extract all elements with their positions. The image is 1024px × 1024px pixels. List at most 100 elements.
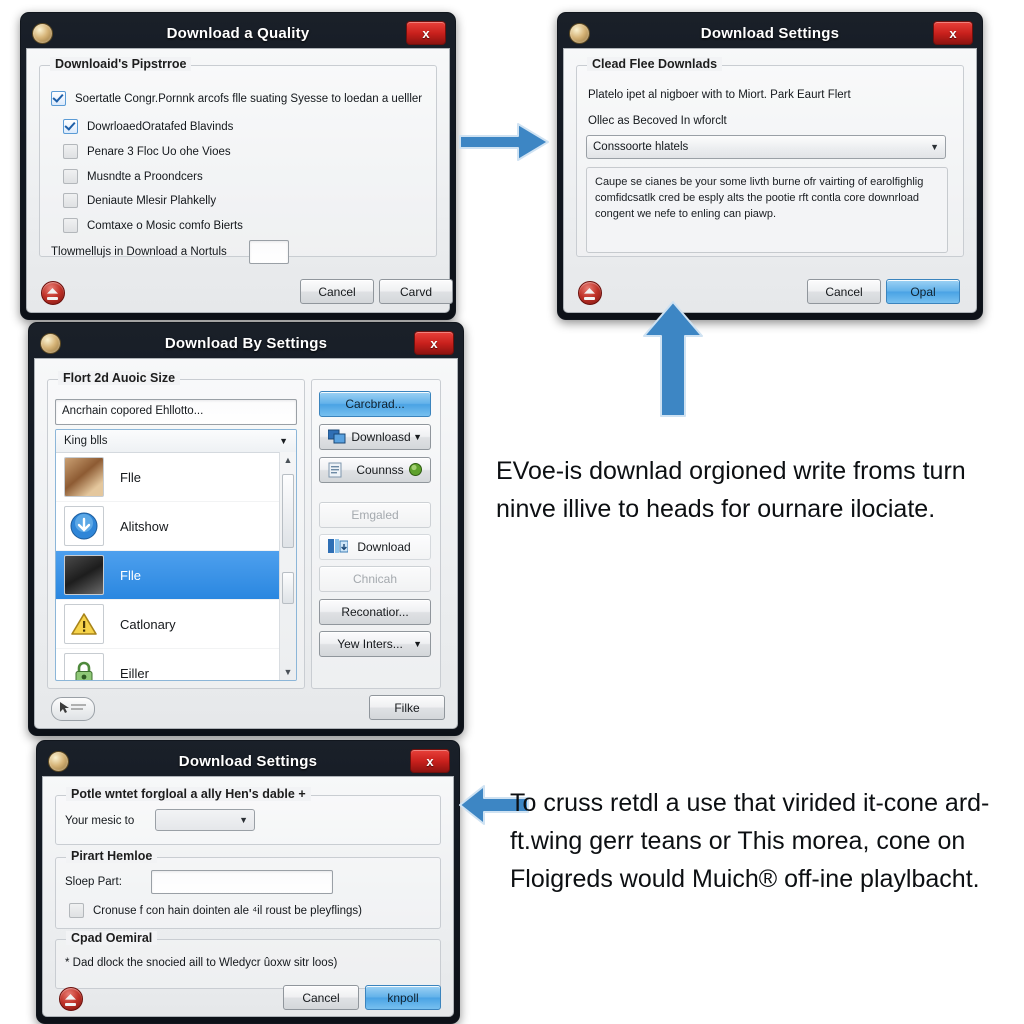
scroll-down-arrow-icon[interactable]: ▼	[280, 664, 296, 680]
close-icon[interactable]: x	[414, 331, 454, 355]
music-label: Your mesic to	[65, 815, 135, 827]
window-stack-icon	[327, 429, 346, 445]
checkbox-4[interactable]	[63, 193, 78, 208]
counters-button[interactable]: Counnss	[319, 457, 431, 483]
dialog3-title: Download By Settings	[164, 334, 328, 352]
dialog-download-settings-bottom[interactable]: Download Settings x Potle wntet forgloal…	[36, 740, 460, 1024]
list-scrollbar[interactable]: ▲ ▼	[279, 452, 296, 680]
dialog4-group3-title: Cpad Oemiral	[66, 931, 158, 945]
checkbox-3[interactable]	[63, 169, 78, 184]
chevron-down-icon: ▼	[413, 432, 422, 442]
dialog1-client: Downloaid's Pipstrroe Soertatle Congr.Po…	[26, 48, 453, 313]
chnicah-button[interactable]: Chnicah	[319, 566, 431, 592]
reconatior-button[interactable]: Reconatior...	[319, 599, 431, 625]
cancel-button[interactable]: Cancel	[300, 279, 374, 304]
download-dropdown-button[interactable]: Downloasd ▼	[319, 424, 431, 450]
status-badge-icon	[41, 281, 65, 305]
counters-label: Counnss	[356, 463, 404, 477]
checkbox-1[interactable]	[63, 119, 78, 134]
dialog4-client: Potle wntet forgloal a ally Hen's dable …	[42, 776, 454, 1017]
path-input-value: Ancrhain copored Ehllotto...	[62, 405, 204, 417]
path-input[interactable]: Ancrhain copored Ehllotto...	[55, 399, 297, 425]
checkbox-row-3[interactable]: Musndte a Proondcers	[63, 169, 203, 184]
blue-download-circle-icon	[64, 506, 104, 546]
close-icon[interactable]: x	[933, 21, 973, 45]
emgaled-button[interactable]: Emgaled	[319, 502, 431, 528]
annotation-bottom: To cruss retdl a use that virided it-con…	[510, 789, 990, 893]
view-interval-dropdown[interactable]: Yew Inters... ▼	[319, 631, 431, 657]
checkbox-row-0[interactable]: Soertatle Congr.Pornnk arcofs flle suati…	[51, 91, 422, 106]
file-listbox[interactable]: King blls ▼ Flle Alitshow Flle Catlonary…	[55, 429, 297, 681]
music-select[interactable]: ▼	[155, 809, 255, 831]
list-item[interactable]: Flle	[56, 551, 296, 600]
list-item[interactable]: Alitshow	[56, 502, 296, 551]
download-button[interactable]: Download	[319, 534, 431, 560]
list-header[interactable]: King blls ▼	[56, 430, 296, 453]
photo-thumbnail-icon	[64, 555, 104, 595]
carcbrad-button[interactable]: Carcbrad...	[319, 391, 431, 417]
warning-triangle-icon	[64, 604, 104, 644]
dialog-download-by-settings[interactable]: Download By Settings x Flort 2d Auoic Si…	[28, 322, 464, 736]
cancel-button[interactable]: Cancel	[283, 985, 359, 1010]
checkbox-label-1: DowrloaedOratafed Blavinds	[87, 120, 234, 133]
step-part-input[interactable]	[151, 870, 333, 894]
install-button[interactable]: knpoll	[365, 985, 441, 1010]
close-icon[interactable]: x	[410, 749, 450, 773]
confirm-button[interactable]: Carvd	[379, 279, 453, 304]
list-item-label: Flle	[120, 469, 141, 485]
checkbox-row-1[interactable]: DowrloaedOratafed Blavinds	[63, 119, 233, 134]
dialog2-title: Download Settings	[700, 24, 840, 42]
dialog-download-settings-top[interactable]: Download Settings x Clead Flee Downlads …	[557, 12, 983, 320]
scrollbar-thumb[interactable]	[282, 474, 294, 548]
dialog4-title: Download Settings	[178, 752, 318, 770]
dialog4-group1-title: Potle wntet forgloal a ally Hen's dable …	[66, 787, 311, 801]
checkbox-label-3: Musndte a Proondcers	[87, 170, 203, 183]
view-interval-label: Yew Inters...	[337, 637, 403, 651]
list-item[interactable]: Flle	[56, 453, 296, 502]
threshold-label: Tlowmellujs in Download a Nortuls	[51, 246, 227, 258]
annotation-middle: EVoe-is downlad orgioned write froms tur…	[496, 457, 966, 523]
list-item[interactable]: Eiller	[56, 649, 296, 680]
filke-button[interactable]: Filke	[369, 695, 445, 720]
chevron-down-icon: ▼	[413, 639, 422, 649]
download-button-label: Download	[357, 540, 411, 554]
open-button[interactable]: Opal	[886, 279, 960, 304]
list-item-label: Alitshow	[120, 518, 169, 534]
dialog4-group2-title: Pirart Hemloe	[66, 849, 158, 863]
chevron-down-icon: ▼	[239, 815, 248, 825]
checkbox-5[interactable]	[63, 218, 78, 233]
app-globe-icon	[48, 751, 69, 772]
checkbox-row-5[interactable]: Comtaxe o Mosic comfo Bierts	[63, 218, 243, 233]
checkbox-label-5: Comtaxe o Mosic comfo Bierts	[87, 219, 243, 232]
dialog4-checkbox-row[interactable]: Cronuse f con hain dointen ale ⁴il roust…	[69, 903, 362, 918]
status-badge-icon	[578, 281, 602, 305]
dialog-download-quality[interactable]: Download a Quality x Downloaid's Pipstrr…	[20, 12, 456, 320]
dialog4-checkbox[interactable]	[69, 903, 84, 918]
titlebar-dialog3[interactable]: Download By Settings x	[34, 328, 458, 358]
titlebar-dialog1[interactable]: Download a Quality x	[26, 18, 450, 48]
close-icon[interactable]: x	[406, 21, 446, 45]
cancel-button[interactable]: Cancel	[807, 279, 881, 304]
dialog1-group-title: Downloaid's Pipstrroe	[50, 57, 192, 71]
scroll-up-arrow-icon[interactable]: ▲	[280, 452, 296, 468]
dialog3-client: Flort 2d Auoic Size Ancrhain copored Ehl…	[34, 358, 458, 729]
checkbox-label-2: Penare 3 Floc Uo ohe Vioes	[87, 145, 231, 158]
source-select[interactable]: Conssoorte hlatels ▼	[586, 135, 946, 159]
titlebar-dialog4[interactable]: Download Settings x	[42, 746, 454, 776]
checkbox-2[interactable]	[63, 144, 78, 159]
checkbox-row-4[interactable]: Deniaute Mlesir Plahkelly	[63, 193, 216, 208]
list-item-label: Catlonary	[120, 616, 176, 632]
list-item[interactable]: Catlonary	[56, 600, 296, 649]
scrollbar-thumb-secondary[interactable]	[282, 572, 294, 604]
checkbox-0[interactable]	[51, 91, 66, 106]
checkbox-label-4: Deniaute Mlesir Plahkelly	[87, 194, 217, 207]
dialog4-checkbox-label: Cronuse f con hain dointen ale ⁴il roust…	[93, 904, 362, 917]
checkbox-row-2[interactable]: Penare 3 Floc Uo ohe Vioes	[63, 144, 231, 159]
chevron-down-icon: ▼	[930, 142, 939, 152]
dialog2-description-panel: Caupe se cianes be your some livth burne…	[586, 167, 948, 253]
threshold-input[interactable]	[249, 240, 289, 264]
titlebar-dialog2[interactable]: Download Settings x	[563, 18, 977, 48]
dialog2-client: Clead Flee Downlads Platelo ipet al nigb…	[563, 48, 977, 313]
dialog1-title: Download a Quality	[166, 24, 310, 42]
download-tiles-icon	[328, 539, 349, 555]
